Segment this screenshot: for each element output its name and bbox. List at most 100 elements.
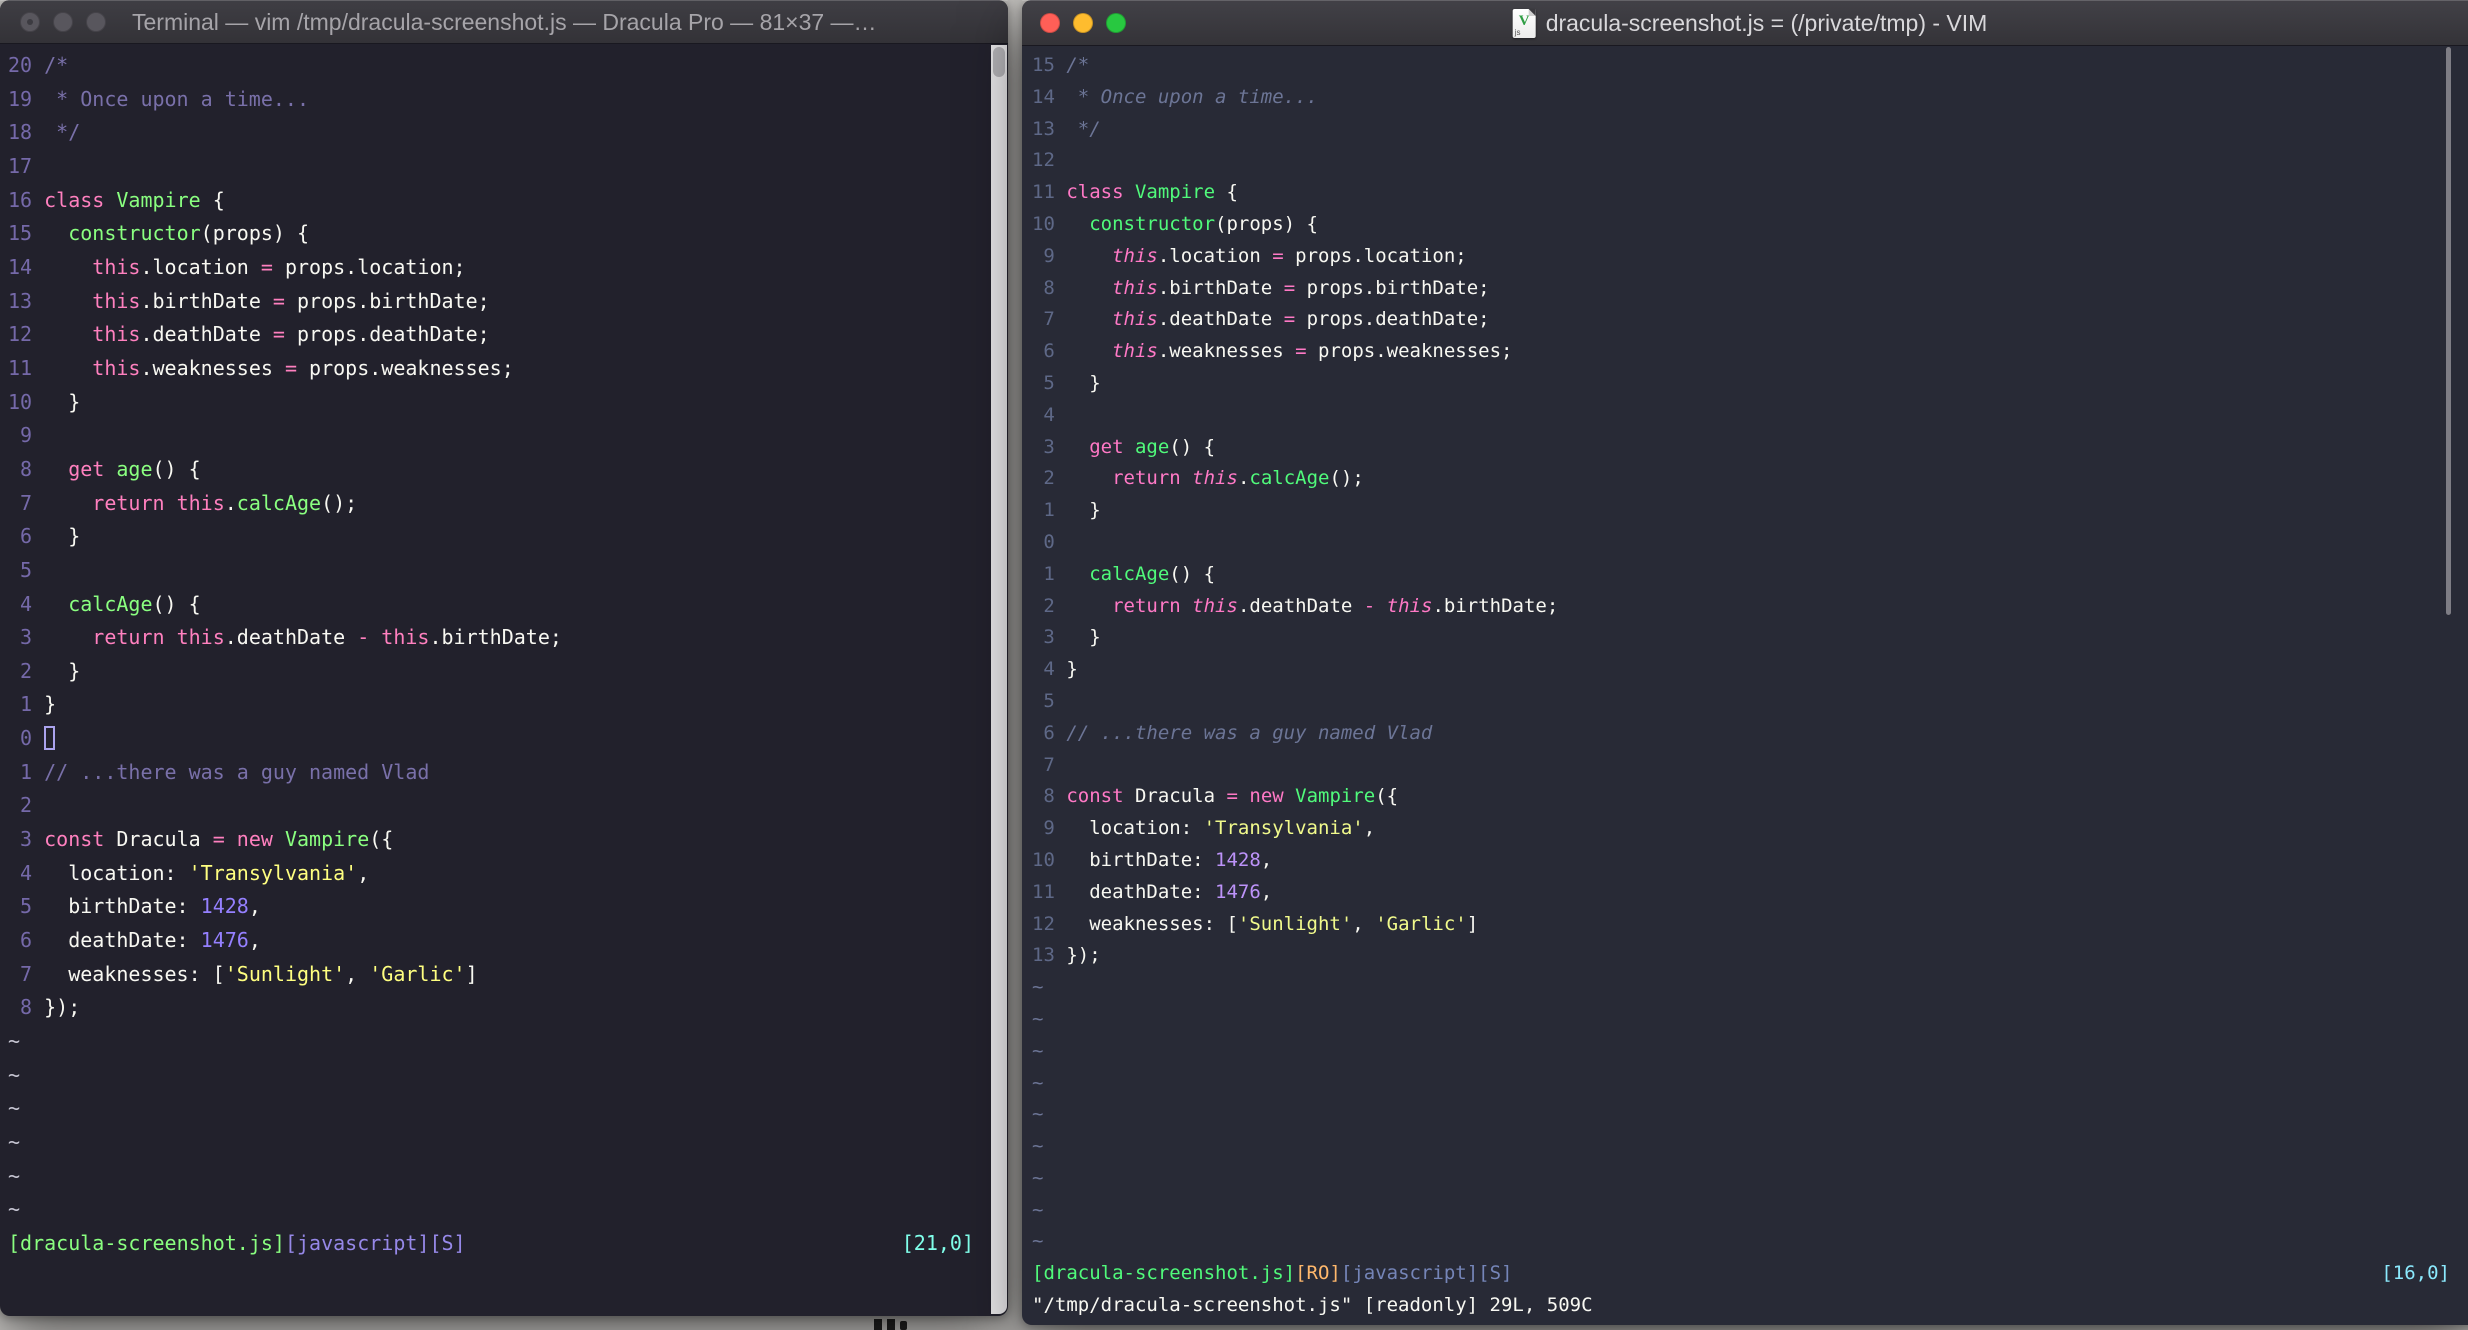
vim-command-line[interactable]: "/tmp/dracula-screenshot.js" [readonly] … [1032, 1290, 2458, 1322]
empty-line-tilde[interactable]: ~ [8, 1160, 1002, 1194]
line-number: 0 [20, 726, 33, 751]
code-line[interactable]: 3 const Dracula = new Vampire({ [8, 823, 1002, 857]
empty-line-tilde[interactable]: ~ [1032, 1099, 2458, 1131]
code-line[interactable]: 1 } [1032, 495, 2458, 527]
code-line[interactable]: 6 deathDate: 1476, [8, 924, 1002, 958]
code-line[interactable]: 8}); [8, 991, 1002, 1025]
empty-line-tilde[interactable]: ~ [8, 1025, 1002, 1059]
zoom-button[interactable] [1106, 12, 1126, 33]
code-line[interactable]: 7 weaknesses: ['Sunlight', 'Garlic'] [8, 958, 1002, 992]
empty-line-tilde[interactable]: ~ [1032, 1195, 2458, 1227]
vim-command-line[interactable] [8, 1261, 1002, 1295]
code-line[interactable]: 2 return this.calcAge(); [1032, 463, 2458, 495]
code-line[interactable]: 10 constructor(props) { [1032, 209, 2458, 241]
code-line[interactable]: 10 } [8, 386, 1002, 420]
close-button[interactable] [20, 11, 40, 32]
code-line[interactable]: 0 [8, 722, 1002, 756]
code-line[interactable]: 11 deathDate: 1476, [1032, 877, 2458, 909]
code-line[interactable]: 8 this.birthDate = props.birthDate; [1032, 273, 2458, 305]
code-line[interactable]: 2 return this.deathDate - this.birthDate… [1032, 591, 2458, 623]
code-line[interactable]: 11 class Vampire { [1032, 177, 2458, 209]
line-number: 5 [1043, 689, 1055, 712]
code-line[interactable]: 4} [1032, 654, 2458, 686]
code-line[interactable]: 10 birthDate: 1428, [1032, 845, 2458, 877]
macvim-window[interactable]: V js dracula-screenshot.js = (/private/t… [1022, 0, 2468, 1325]
code-line[interactable]: 15/* [1032, 50, 2458, 82]
vim-statusline[interactable]: [dracula-screenshot.js] [RO] [javascript][… [1032, 1258, 2458, 1290]
vim-statusline[interactable]: [dracula-screenshot.js] [javascript][S] [2… [8, 1227, 1002, 1261]
empty-line-tilde[interactable]: ~ [8, 1092, 1002, 1126]
code-line[interactable]: 1} [8, 688, 1002, 722]
zoom-button[interactable] [86, 11, 106, 32]
window-title: dracula-screenshot.js = (/private/tmp) -… [1545, 10, 1988, 36]
minimize-button[interactable] [53, 11, 73, 32]
code-line[interactable]: 2 [8, 789, 1002, 823]
code-line[interactable]: 7 return this.calcAge(); [8, 487, 1002, 521]
code-line[interactable]: 6 this.weaknesses = props.weaknesses; [1032, 336, 2458, 368]
code-line[interactable]: 6// ...there was a guy named Vlad [1032, 718, 2458, 750]
code-line[interactable]: 4 [1032, 400, 2458, 432]
line-number: 2 [1043, 467, 1055, 490]
code-line[interactable]: 7 this.deathDate = props.deathDate; [1032, 304, 2458, 336]
code-line[interactable]: 18 */ [8, 116, 1002, 150]
code-line[interactable]: 14 * Once upon a time... [1032, 82, 2458, 114]
code-line[interactable]: 5 } [1032, 368, 2458, 400]
code-line[interactable]: 9 this.location = props.location; [1032, 241, 2458, 273]
terminal-titlebar[interactable]: Terminal — vim /tmp/dracula-screenshot.j… [0, 0, 1008, 44]
code-line[interactable]: 7 [1032, 750, 2458, 782]
empty-line-tilde[interactable]: ~ [1032, 1036, 2458, 1068]
code-line[interactable]: 5 [1032, 686, 2458, 718]
code-line[interactable]: 15 constructor(props) { [8, 217, 1002, 251]
code-line[interactable]: 20/* [8, 49, 1002, 83]
code-line[interactable]: 5 [8, 554, 1002, 588]
empty-line-tilde[interactable]: ~ [1032, 1068, 2458, 1100]
code-line[interactable]: 1 calcAge() { [1032, 559, 2458, 591]
empty-line-tilde[interactable]: ~ [8, 1193, 1002, 1227]
code-line[interactable]: 9 [8, 419, 1002, 453]
line-number: 1 [20, 759, 33, 784]
scrollbar-track[interactable] [991, 45, 1007, 1314]
line-number: 13 [1032, 944, 1055, 967]
code-line[interactable]: 12 weaknesses: ['Sunlight', 'Garlic'] [1032, 909, 2458, 941]
code-line[interactable]: 9 location: 'Transylvania', [1032, 813, 2458, 845]
empty-line-tilde[interactable]: ~ [1032, 972, 2458, 1004]
code-line[interactable]: 4 calcAge() { [8, 588, 1002, 622]
empty-line-tilde[interactable]: ~ [1032, 1131, 2458, 1163]
code-line[interactable]: 8 get age() { [8, 453, 1002, 487]
code-line[interactable]: 13 this.birthDate = props.birthDate; [8, 285, 1002, 319]
line-number: 2 [1043, 594, 1055, 617]
code-line[interactable]: 13}); [1032, 940, 2458, 972]
minimize-button[interactable] [1073, 12, 1093, 33]
code-line[interactable]: 6 } [8, 520, 1002, 554]
code-line[interactable]: 1// ...there was a guy named Vlad [8, 756, 1002, 790]
code-line[interactable]: 13 */ [1032, 114, 2458, 146]
code-line[interactable]: 4 location: 'Transylvania', [8, 857, 1002, 891]
empty-line-tilde[interactable]: ~ [1032, 1226, 2458, 1258]
vim-text-area[interactable]: 15/* 14 * Once upon a time... 13 */12 11 cla… [1022, 46, 2458, 1322]
code-line[interactable]: 3 } [1032, 622, 2458, 654]
code-line[interactable]: 19 * Once upon a time... [8, 83, 1002, 117]
code-line[interactable]: 16 class Vampire { [8, 184, 1002, 218]
code-line[interactable]: 3 return this.deathDate - this.birthDate… [8, 621, 1002, 655]
line-number: 6 [1043, 340, 1055, 363]
code-line[interactable]: 5 birthDate: 1428, [8, 890, 1002, 924]
macvim-titlebar[interactable]: V js dracula-screenshot.js = (/private/t… [1022, 0, 2468, 46]
code-line[interactable]: 14 this.location = props.location; [8, 251, 1002, 285]
empty-line-tilde[interactable]: ~ [1032, 1004, 2458, 1036]
scrollbar-thumb[interactable] [993, 47, 1005, 77]
code-line[interactable]: 8 const Dracula = new Vampire({ [1032, 781, 2458, 813]
vim-text-area[interactable]: 20/* 19 * Once upon a time... 18 */17 16 cla… [0, 44, 1002, 1294]
terminal-window[interactable]: Terminal — vim /tmp/dracula-screenshot.j… [0, 0, 1008, 1316]
scrollbar-thumb[interactable] [2446, 47, 2451, 615]
empty-line-tilde[interactable]: ~ [8, 1059, 1002, 1093]
close-button[interactable] [1040, 12, 1060, 33]
code-line[interactable]: 3 get age() { [1032, 432, 2458, 464]
code-line[interactable]: 11 this.weaknesses = props.weaknesses; [8, 352, 1002, 386]
code-line[interactable]: 12 this.deathDate = props.deathDate; [8, 318, 1002, 352]
empty-line-tilde[interactable]: ~ [8, 1126, 1002, 1160]
code-line[interactable]: 2 } [8, 655, 1002, 689]
code-line[interactable]: 17 [8, 150, 1002, 184]
code-line[interactable]: 12 [1032, 145, 2458, 177]
empty-line-tilde[interactable]: ~ [1032, 1163, 2458, 1195]
code-line[interactable]: 0 [1032, 527, 2458, 559]
